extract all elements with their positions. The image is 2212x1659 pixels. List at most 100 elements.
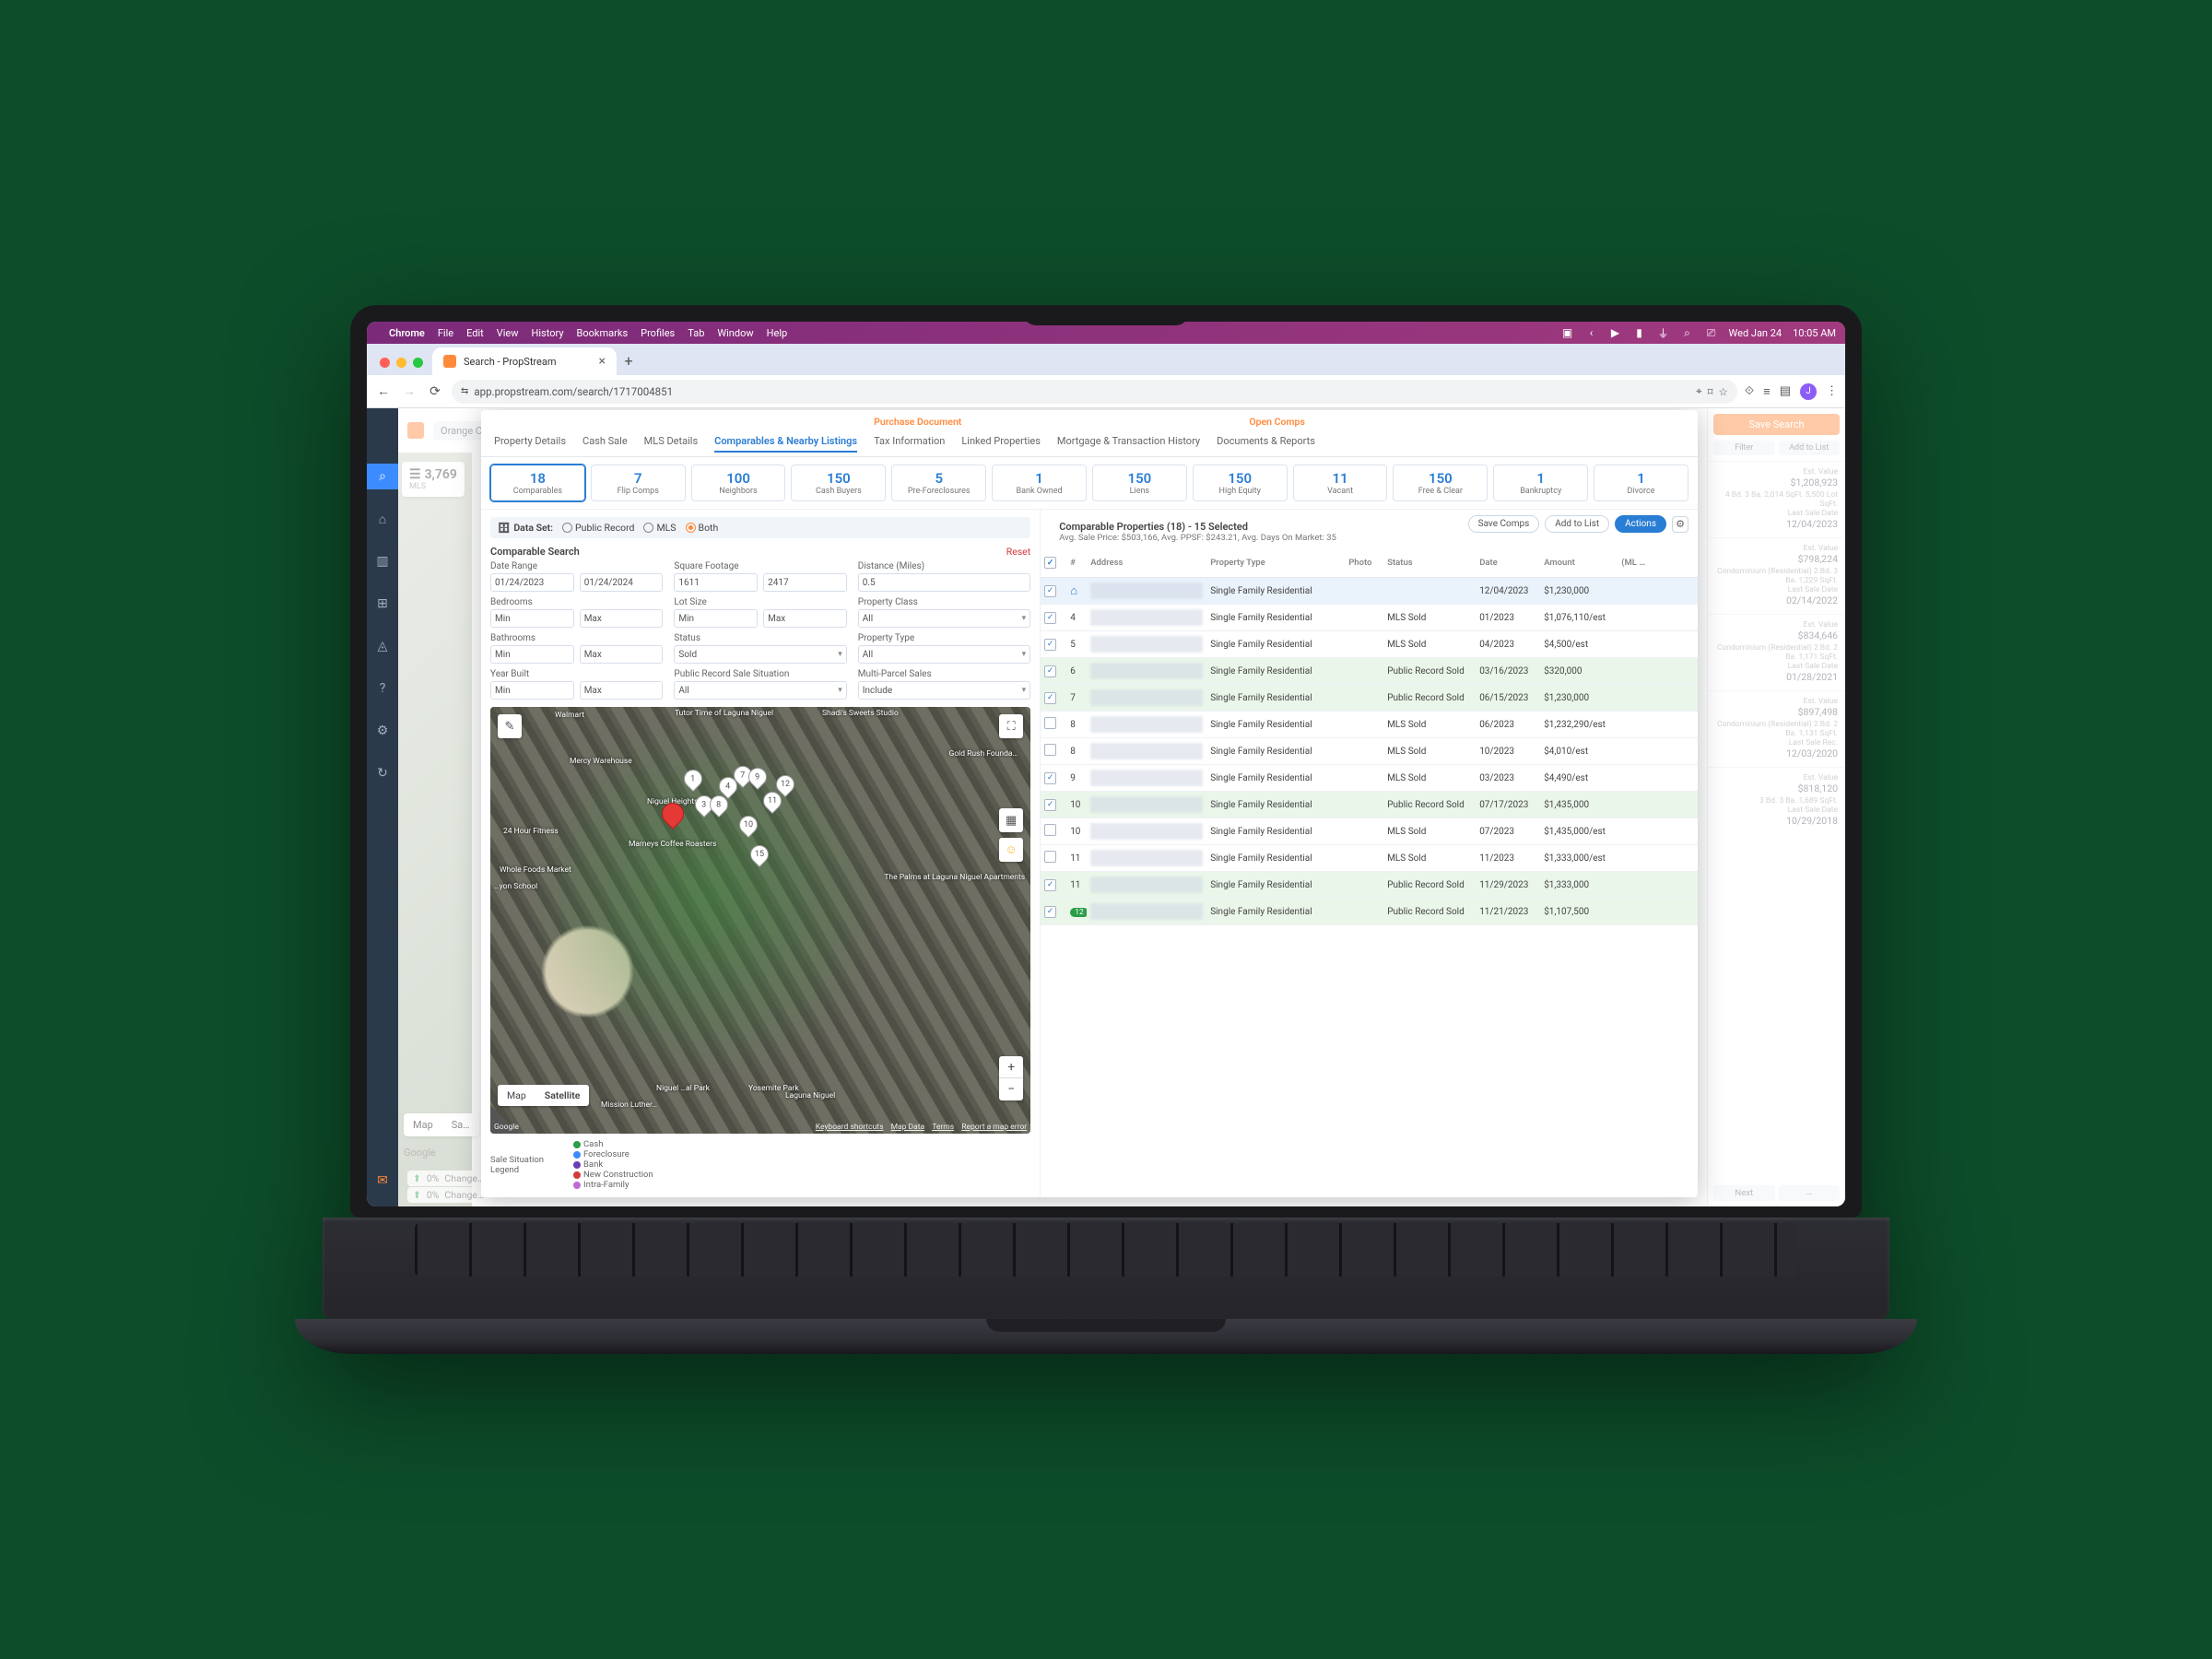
modal-tab[interactable]: Property Details: [494, 435, 566, 453]
map-type-toggle-bg[interactable]: Map Sa…: [404, 1113, 479, 1136]
bedrooms-min[interactable]: Min: [490, 609, 574, 628]
nav-home-icon[interactable]: ⌂: [367, 506, 398, 532]
menu-item[interactable]: Tab: [688, 327, 704, 339]
site-info-icon[interactable]: ⇆: [461, 386, 468, 396]
menu-item[interactable]: Help: [767, 327, 788, 339]
stat-card[interactable]: 100Neighbors: [691, 465, 786, 501]
col-photo[interactable]: Photo: [1345, 553, 1383, 572]
key-icon[interactable]: ⌑: [1708, 385, 1713, 398]
table-row[interactable]: 6Single Family ResidentialPublic Record …: [1041, 658, 1698, 685]
stat-card[interactable]: 11Vacant: [1293, 465, 1388, 501]
result-card[interactable]: Est. Value$1,208,9234 Bd. 3 Ba. 2,014 Sq…: [1708, 461, 1845, 537]
app-logo-icon[interactable]: [407, 422, 424, 439]
pr-sale-select[interactable]: All: [674, 681, 846, 700]
search-icon[interactable]: ⌕: [1681, 326, 1694, 340]
window-close-icon[interactable]: [380, 358, 390, 368]
map-type-map-btn[interactable]: Map: [498, 1085, 535, 1106]
result-card[interactable]: Est. Value$798,224Condominium (Residenti…: [1708, 537, 1845, 614]
zoom-in-icon[interactable]: +: [999, 1056, 1023, 1078]
date-from-input[interactable]: 01/24/2023: [490, 573, 574, 592]
save-comps-button[interactable]: Save Comps: [1468, 515, 1540, 533]
stat-card[interactable]: 150Liens: [1092, 465, 1187, 501]
comps-table[interactable]: # Address Property Type Photo Status Dat…: [1041, 548, 1698, 1197]
next-button[interactable]: Next: [1713, 1185, 1775, 1201]
modal-tab[interactable]: Mortgage & Transaction History: [1057, 435, 1200, 453]
sqft-min-input[interactable]: 1611: [674, 573, 758, 592]
date-to-input[interactable]: 01/24/2024: [580, 573, 664, 592]
row-checkbox[interactable]: [1044, 639, 1056, 651]
menu-item[interactable]: View: [497, 327, 519, 339]
hamburger-icon[interactable]: ☰: [409, 467, 421, 482]
background-map[interactable]: [398, 453, 472, 1206]
table-row[interactable]: 8Single Family ResidentialMLS Sold06/202…: [1041, 712, 1698, 738]
actions-button[interactable]: Actions: [1615, 515, 1666, 533]
modal-tab[interactable]: Tax Information: [874, 435, 945, 453]
location-icon[interactable]: ⌖: [1696, 384, 1701, 398]
multiparcel-select[interactable]: Include: [858, 681, 1030, 700]
col-extra[interactable]: (ML Day Ma…: [1618, 553, 1651, 572]
table-row[interactable]: 7Single Family ResidentialPublic Record …: [1041, 685, 1698, 712]
row-checkbox[interactable]: [1044, 612, 1056, 624]
menu-item[interactable]: Window: [717, 327, 753, 339]
nav-search-icon[interactable]: ⌕: [367, 464, 398, 489]
row-checkbox[interactable]: [1044, 799, 1056, 811]
map-attr-link[interactable]: Keyboard shortcuts: [816, 1123, 884, 1132]
comps-map[interactable]: ✎ ⛶ ▦ ☺ + − Map: [490, 707, 1030, 1134]
stat-card[interactable]: 1Divorce: [1594, 465, 1688, 501]
table-row[interactable]: 5Single Family ResidentialMLS Sold04/202…: [1041, 631, 1698, 658]
row-checkbox[interactable]: [1044, 851, 1056, 863]
row-checkbox[interactable]: [1044, 879, 1056, 891]
extension-icon[interactable]: ≡: [1763, 384, 1771, 399]
property-class-select[interactable]: All: [858, 609, 1030, 628]
stat-card[interactable]: 18Comparables: [490, 465, 585, 501]
modal-tab[interactable]: Comparables & Nearby Listings: [714, 435, 857, 453]
result-card[interactable]: Est. Value$834,646Condominium (Residenti…: [1708, 614, 1845, 690]
row-checkbox[interactable]: [1044, 692, 1056, 704]
map-layers-icon[interactable]: ▦: [999, 808, 1023, 832]
bath-min[interactable]: Min: [490, 645, 574, 664]
screen-record-icon[interactable]: ▣: [1561, 326, 1574, 339]
lot-min[interactable]: Min: [674, 609, 758, 628]
lot-max[interactable]: Max: [763, 609, 847, 628]
row-checkbox[interactable]: [1044, 824, 1056, 836]
new-tab-button[interactable]: +: [617, 352, 641, 375]
zoom-out-icon[interactable]: −: [999, 1078, 1023, 1100]
row-checkbox[interactable]: [1044, 585, 1056, 597]
map-streetview-icon[interactable]: ☺: [999, 838, 1023, 862]
stat-card[interactable]: 5Pre-Foreclosures: [891, 465, 986, 501]
map-type-sat[interactable]: Sa…: [442, 1113, 479, 1136]
extensions-icon[interactable]: ⟐: [1745, 384, 1754, 398]
table-row[interactable]: 8Single Family ResidentialMLS Sold10/202…: [1041, 738, 1698, 765]
nav-map-icon[interactable]: ⊞: [367, 591, 398, 617]
nav-chat-icon[interactable]: ✉: [367, 1168, 398, 1194]
stat-card[interactable]: 150Cash Buyers: [791, 465, 886, 501]
wifi-icon[interactable]: ⏚: [1657, 325, 1670, 341]
add-to-list-button[interactable]: Add to List: [1545, 515, 1609, 533]
modal-tab[interactable]: Cash Sale: [582, 435, 628, 453]
result-card[interactable]: Est. Value$818,1203 Bd. 3 Ba. 1,689 SqFt…: [1708, 767, 1845, 834]
add-to-list-button[interactable]: Add to List: [1779, 441, 1841, 455]
col-status[interactable]: Status: [1383, 553, 1476, 572]
map-attr-link[interactable]: Report a map error: [961, 1123, 1027, 1132]
next-arrow-icon[interactable]: →: [1779, 1185, 1841, 1201]
save-search-button[interactable]: Save Search: [1713, 414, 1840, 435]
bath-max[interactable]: Max: [580, 645, 664, 664]
nav-back-icon[interactable]: ←: [374, 383, 393, 399]
nav-forward-icon[interactable]: →: [400, 383, 418, 399]
select-all-checkbox[interactable]: [1044, 557, 1056, 569]
dataset-mls[interactable]: MLS: [643, 522, 676, 534]
menu-app-name[interactable]: Chrome: [389, 327, 425, 339]
table-row[interactable]: 11Single Family ResidentialPublic Record…: [1041, 872, 1698, 899]
menu-time[interactable]: 10:05 AM: [1793, 327, 1836, 339]
stat-card[interactable]: 1Bank Owned: [992, 465, 1087, 501]
table-row[interactable]: 4Single Family ResidentialMLS Sold01/202…: [1041, 605, 1698, 631]
chevron-left-icon[interactable]: ‹: [1585, 326, 1598, 339]
menu-item[interactable]: History: [532, 327, 564, 339]
nav-settings-icon[interactable]: ⚙: [367, 718, 398, 744]
play-icon[interactable]: ▶: [1609, 326, 1622, 339]
year-min[interactable]: Min: [490, 681, 574, 700]
reset-link[interactable]: Reset: [1006, 546, 1030, 558]
menu-item[interactable]: Profiles: [641, 327, 675, 339]
window-zoom-icon[interactable]: [413, 358, 423, 368]
nav-graph-icon[interactable]: ▥: [367, 548, 398, 574]
